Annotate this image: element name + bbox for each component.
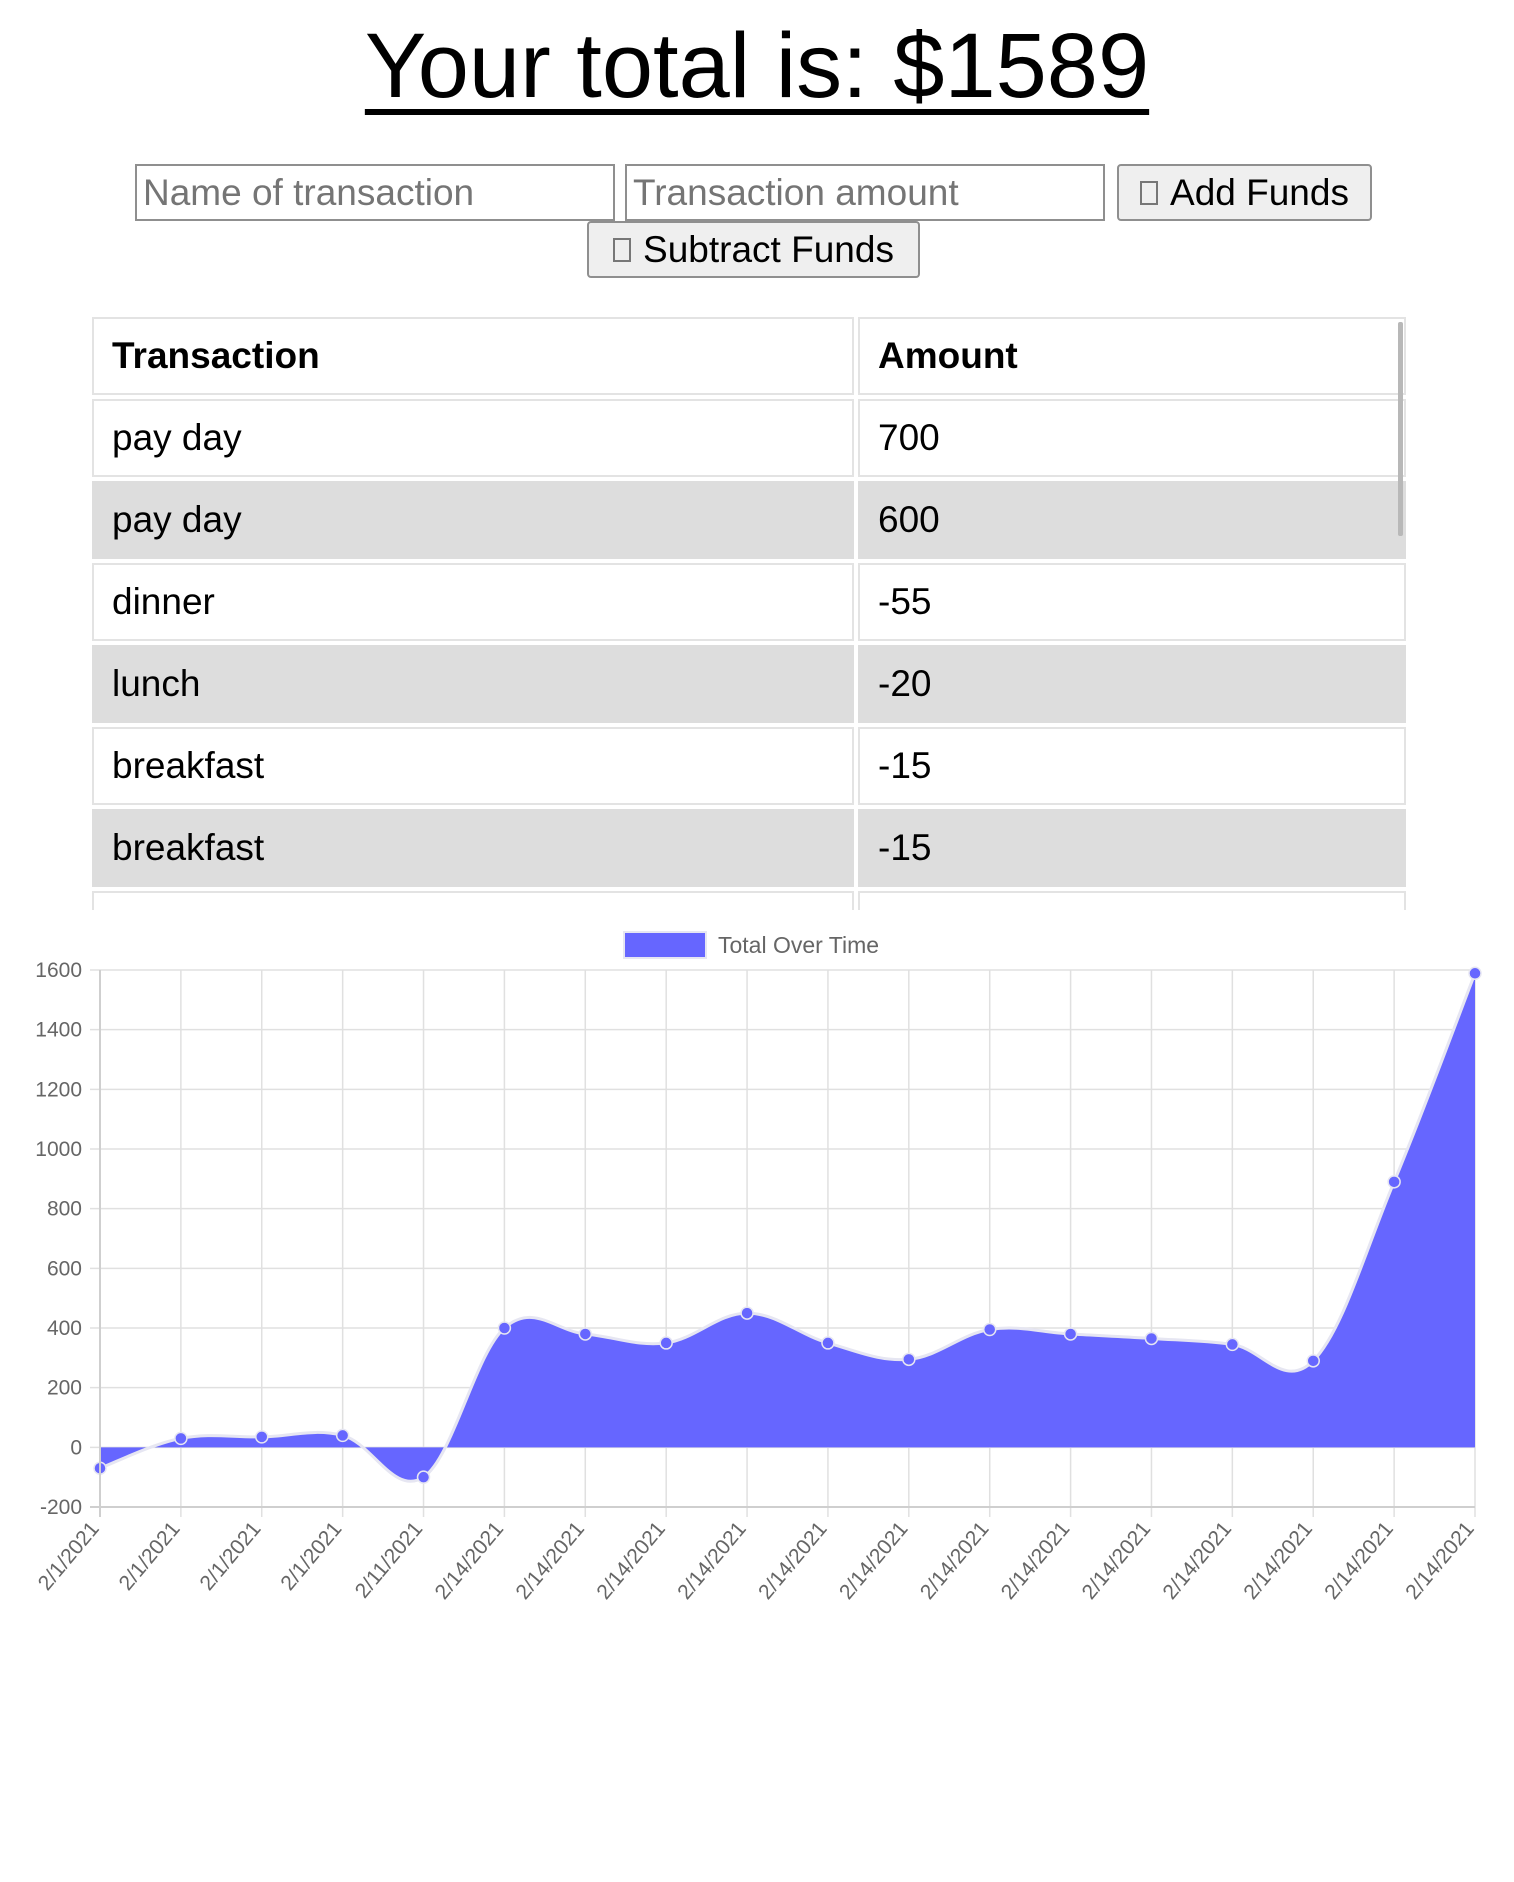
total-over-time-chart: 16001400120010008006004002000-2002/1/202… [34,931,1482,1604]
x-tick-label: 2/14/2021 [1401,1517,1479,1603]
x-tick-label: 2/14/2021 [1320,1517,1398,1603]
column-header-transaction: Transaction [92,317,854,395]
data-point [1144,1331,1159,1346]
y-tick-label: 400 [47,1317,82,1340]
data-point [578,1327,593,1341]
data-point [902,1352,916,1367]
table-row: breakfast -15 [92,727,1406,805]
x-tick-label: 2/14/2021 [673,1517,751,1603]
data-point [174,1431,188,1446]
legend-swatch [623,931,707,959]
transaction-amount-cell: -20 [858,645,1406,723]
y-tick-label: 600 [47,1257,82,1280]
transaction-name-cell: lunch [92,645,854,723]
table-row: pay day 600 [92,481,1406,559]
data-point [1306,1354,1320,1368]
legend-label: Total Over Time [718,932,879,958]
table-row: pay day 700 [92,399,1406,477]
subtract-funds-button[interactable]: Subtract Funds [587,221,920,278]
table-row: dinner -55 [92,563,1406,641]
y-tick-label: -200 [40,1496,82,1519]
missing-glyph-icon [1140,180,1159,205]
x-tick-label: 2/1/2021 [195,1517,265,1594]
data-point [497,1321,512,1335]
table-row [92,891,1406,910]
y-tick-label: 1400 [35,1019,82,1042]
transaction-name-cell: dinner [92,563,854,641]
x-tick-label: 2/14/2021 [835,1517,913,1603]
data-point [1225,1337,1240,1352]
table-row: breakfast -15 [92,809,1406,887]
series-area [100,973,1475,1482]
transaction-amount-input[interactable] [625,164,1105,221]
x-tick-label: 2/1/2021 [276,1517,346,1594]
data-point [1468,966,1482,981]
y-tick-label: 1600 [35,959,82,982]
x-tick-label: 2/14/2021 [1239,1517,1317,1603]
data-point [416,1470,431,1484]
data-point [821,1336,835,1350]
x-tick-label: 2/1/2021 [34,1517,104,1594]
budget-page: Your total is: $1589 Add Funds Subtract … [0,0,1514,1882]
x-tick-label: 2/14/2021 [754,1517,832,1603]
total-heading: Your total is: $1589 [364,15,1150,117]
transaction-amount-cell: 700 [858,399,1406,477]
x-tick-label: 2/1/2021 [115,1517,185,1594]
missing-glyph-icon [613,237,632,262]
transaction-amount-cell: -15 [858,809,1406,887]
x-tick-label: 2/11/2021 [351,1517,428,1602]
transaction-name-cell: pay day [92,481,854,559]
table-header-row: Transaction Amount [92,317,1406,395]
table-row: lunch -20 [92,645,1406,723]
transaction-name-cell: pay day [92,399,854,477]
transaction-name-input[interactable] [135,164,615,221]
y-tick-label: 1200 [35,1078,82,1101]
data-point [1387,1175,1401,1189]
x-tick-label: 2/14/2021 [592,1517,670,1603]
transaction-name-cell: breakfast [92,809,854,887]
transaction-name-cell [92,891,854,910]
transactions-table: Transaction Amount pay day 700 pay day 6… [92,317,1406,910]
data-point [740,1306,754,1320]
transaction-amount-cell: -55 [858,563,1406,641]
subtract-funds-label: Subtract Funds [643,228,894,270]
x-tick-label: 2/14/2021 [1078,1517,1156,1603]
y-tick-label: 800 [47,1198,82,1221]
x-tick-label: 2/14/2021 [916,1517,994,1603]
data-point [1063,1327,1078,1341]
x-tick-label: 2/14/2021 [1159,1517,1237,1603]
transaction-amount-cell: 600 [858,481,1406,559]
transactions-table-container[interactable]: Transaction Amount pay day 700 pay day 6… [92,317,1406,910]
add-funds-label: Add Funds [1170,171,1349,213]
transaction-amount-cell [858,891,1406,910]
data-point [335,1428,350,1443]
column-header-amount: Amount [858,317,1406,395]
y-tick-label: 200 [47,1377,82,1400]
x-tick-label: 2/14/2021 [431,1517,509,1603]
transaction-amount-cell: -15 [858,727,1406,805]
y-tick-label: 0 [70,1436,82,1459]
x-tick-label: 2/14/2021 [997,1517,1075,1603]
data-point [982,1322,997,1337]
add-funds-button[interactable]: Add Funds [1117,164,1372,221]
transaction-name-cell: breakfast [92,727,854,805]
data-point [659,1336,673,1350]
data-point [255,1430,269,1444]
table-scrollbar-thumb[interactable] [1398,322,1403,536]
y-tick-label: 1000 [35,1138,82,1161]
x-tick-label: 2/14/2021 [511,1517,589,1603]
